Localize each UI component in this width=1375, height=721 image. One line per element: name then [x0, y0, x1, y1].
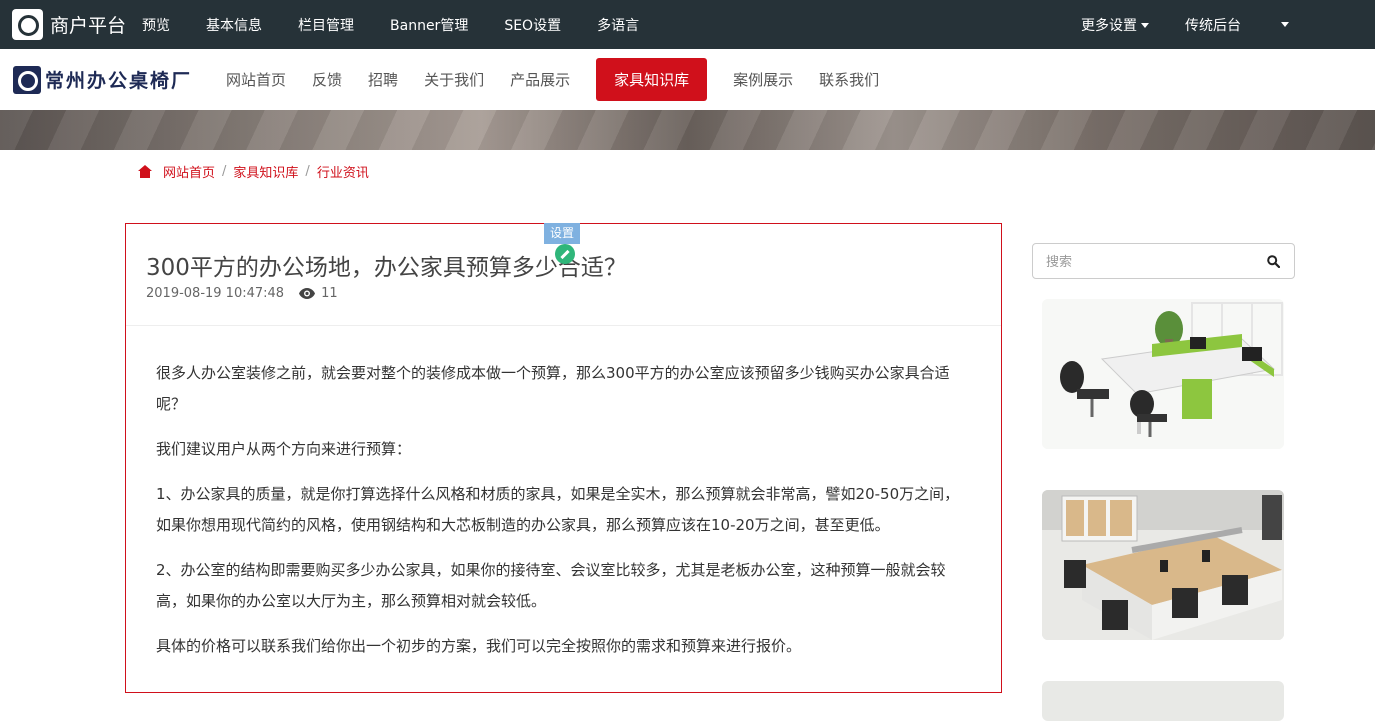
- nav-feedback[interactable]: 反馈: [312, 69, 342, 90]
- search-input[interactable]: [1033, 253, 1253, 269]
- article-paragraph: 1、办公家具的质量，就是你打算选择什么风格和材质的家具，如果是全实木，那么预算就…: [156, 485, 960, 534]
- nav-about[interactable]: 关于我们: [424, 69, 484, 90]
- product-thumbnail[interactable]: [1042, 490, 1284, 640]
- company-logo-icon: [13, 65, 41, 94]
- office-desk-image: [1042, 299, 1284, 449]
- article-paragraph: 很多人办公室装修之前，就会要对整个的装修成本做一个预算，那么300平方的办公室应…: [156, 364, 950, 413]
- breadcrumb: 网站首页 / 家具知识库 / 行业资讯: [138, 162, 369, 181]
- admin-nav-column-manage[interactable]: 栏目管理: [298, 15, 354, 35]
- admin-brand-text: 商户平台: [50, 15, 127, 37]
- breadcrumb-separator: /: [222, 164, 227, 179]
- eye-icon: [299, 288, 316, 299]
- view-count-value: 11: [321, 286, 338, 301]
- admin-right-menu: 更多设置 传统后台: [1081, 0, 1375, 49]
- nav-knowledge-base[interactable]: 家具知识库: [596, 58, 708, 101]
- more-settings-label: 更多设置: [1081, 17, 1137, 34]
- divider: [126, 325, 1001, 326]
- nav-cases[interactable]: 案例展示: [733, 69, 793, 90]
- chevron-down-icon: [1281, 22, 1289, 27]
- legacy-backend-link[interactable]: 传统后台: [1185, 15, 1241, 35]
- admin-nav-preview[interactable]: 预览: [142, 15, 170, 35]
- settings-badge[interactable]: 设置: [544, 223, 580, 244]
- breadcrumb-home[interactable]: 网站首页: [163, 162, 215, 181]
- search-box: [1032, 243, 1295, 279]
- admin-nav-seo[interactable]: SEO设置: [504, 15, 561, 35]
- admin-nav-basic-info[interactable]: 基本信息: [206, 15, 262, 35]
- site-nav: 网站首页 反馈 招聘 关于我们 产品展示 家具知识库 案例展示 联系我们: [226, 58, 905, 101]
- article-meta: 2019-08-19 10:47:48 11: [146, 286, 338, 301]
- article-date: 2019-08-19 10:47:48: [146, 286, 285, 301]
- admin-logo[interactable]: 商户平台: [12, 9, 126, 40]
- nav-home[interactable]: 网站首页: [226, 69, 286, 90]
- chevron-down-icon: [1141, 23, 1149, 28]
- article-paragraph: 我们建议用户从两个方向来进行预算：: [156, 440, 412, 458]
- admin-top-bar: 商户平台 预览 基本信息 栏目管理 Banner管理 SEO设置 多语言 更多设…: [0, 0, 1375, 49]
- site-header: 常州办公桌椅厂 网站首页 反馈 招聘 关于我们 产品展示 家具知识库 案例展示 …: [0, 49, 1375, 110]
- edit-pencil-icon[interactable]: [555, 244, 575, 264]
- product-thumbnail[interactable]: [1042, 681, 1284, 721]
- admin-nav-banner-manage[interactable]: Banner管理: [390, 15, 468, 35]
- page-banner: [0, 110, 1375, 150]
- company-name: 常州办公桌椅厂: [45, 70, 193, 92]
- view-count: 11: [299, 286, 338, 301]
- nav-products[interactable]: 产品展示: [510, 69, 570, 90]
- article-panel: 300平方的办公场地，办公家具预算多少合适？ 2019-08-19 10:47:…: [125, 223, 1002, 693]
- article-paragraph: 2、办公室的结构即需要购买多少办公家具，如果你的接待室、会议室比较多，尤其是老板…: [156, 561, 946, 610]
- article-body: 很多人办公室装修之前，就会要对整个的装修成本做一个预算，那么300平方的办公室应…: [156, 358, 971, 676]
- admin-nav-languages[interactable]: 多语言: [597, 15, 639, 35]
- nav-recruit[interactable]: 招聘: [368, 69, 398, 90]
- platform-logo-icon: [12, 9, 43, 40]
- product-thumbnail[interactable]: [1042, 299, 1284, 449]
- search-icon[interactable]: [1267, 255, 1280, 268]
- office-workstation-image: [1042, 490, 1284, 640]
- breadcrumb-industry-news[interactable]: 行业资讯: [317, 162, 369, 181]
- article-paragraph: 具体的价格可以联系我们给你出一个初步的方案，我们可以完全按照你的需求和预算来进行…: [156, 637, 802, 655]
- breadcrumb-knowledge-base[interactable]: 家具知识库: [233, 162, 298, 181]
- site-brand[interactable]: 常州办公桌椅厂: [13, 65, 193, 94]
- user-menu-toggle[interactable]: [1277, 17, 1289, 33]
- more-settings-dropdown[interactable]: 更多设置: [1081, 15, 1149, 35]
- breadcrumb-separator: /: [305, 164, 310, 179]
- nav-contact[interactable]: 联系我们: [819, 69, 879, 90]
- home-icon: [138, 165, 152, 178]
- admin-nav: 预览 基本信息 栏目管理 Banner管理 SEO设置 多语言: [142, 15, 675, 35]
